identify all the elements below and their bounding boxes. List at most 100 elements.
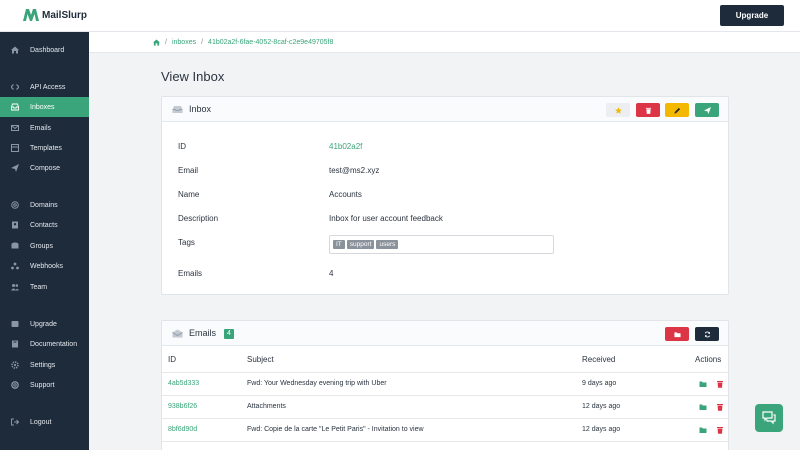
refresh-emails-button[interactable] <box>695 327 719 341</box>
folder-open-icon[interactable] <box>699 380 707 388</box>
emails-card-header: Emails 4 <box>162 321 728 346</box>
inbox-icon <box>0 103 30 111</box>
sidebar-item-settings[interactable]: Settings <box>0 355 89 375</box>
table-row-partial[interactable] <box>162 441 728 450</box>
emails-card: Emails 4 ID Subject Received Actions 4ab… <box>161 320 729 450</box>
lifebuoy-icon <box>0 381 30 389</box>
trash-icon <box>645 107 651 114</box>
sidebar-item-support[interactable]: Support <box>0 375 89 395</box>
sidebar-item-label: Groups <box>30 242 53 250</box>
sidebar-item-emails[interactable]: Emails <box>0 118 89 138</box>
folder-open-icon[interactable] <box>699 426 707 434</box>
email-received: 9 days ago <box>582 380 617 387</box>
envelope-icon <box>0 124 30 132</box>
sidebar: Dashboard API Access Inboxes Emails Temp… <box>0 32 89 450</box>
inbox-card: Inbox ID 41b02a2f Email test@ms2.xyz Nam… <box>161 96 729 295</box>
breadcrumb-current[interactable]: 41b02a2f-6fae-4052-8caf-c2e9e49705f8 <box>208 39 333 46</box>
sidebar-item-upgrade[interactable]: Upgrade <box>0 314 89 334</box>
sidebar-item-inboxes[interactable]: Inboxes <box>0 97 89 117</box>
column-header-received[interactable]: Received <box>582 355 615 364</box>
sidebar-item-label: Templates <box>30 144 62 152</box>
email-received: 12 days ago <box>582 403 621 410</box>
team-icon <box>0 283 30 291</box>
trash-icon[interactable] <box>716 426 724 434</box>
column-header-subject[interactable]: Subject <box>247 355 274 364</box>
column-header-id[interactable]: ID <box>168 355 176 364</box>
chat-support-button[interactable] <box>755 404 783 432</box>
email-address-value: test@ms2.xyz <box>329 166 380 175</box>
mailslurp-logo-icon <box>23 9 39 21</box>
send-email-button[interactable] <box>695 103 719 117</box>
email-received: 12 days ago <box>582 426 621 433</box>
sidebar-item-documentation[interactable]: Documentation <box>0 334 89 354</box>
breadcrumb-separator: / <box>201 38 204 46</box>
sidebar-item-label: Dashboard <box>30 46 65 54</box>
pencil-icon <box>673 107 680 114</box>
sidebar-item-contacts[interactable]: Contacts <box>0 215 89 235</box>
email-id-link[interactable]: 4ab5d333 <box>168 380 199 387</box>
sidebar-item-webhooks[interactable]: Webhooks <box>0 256 89 276</box>
upgrade-icon <box>0 320 30 328</box>
code-icon <box>0 83 30 91</box>
sidebar-item-label: Logout <box>30 418 52 426</box>
sidebar-item-domains[interactable]: Domains <box>0 195 89 215</box>
trash-icon[interactable] <box>716 403 724 411</box>
inbox-id-value[interactable]: 41b02a2f <box>329 142 362 151</box>
emails-count-badge: 4 <box>224 329 234 339</box>
template-icon <box>0 144 30 152</box>
sidebar-item-label: Documentation <box>30 340 78 348</box>
home-icon <box>0 46 30 54</box>
sidebar-item-label: Emails <box>30 124 52 132</box>
tag-chip[interactable]: IT <box>333 240 345 249</box>
emails-count-label: Emails <box>178 269 203 278</box>
page-title: View Inbox <box>161 69 225 84</box>
envelope-open-icon <box>172 329 183 338</box>
gear-icon <box>0 361 30 369</box>
sidebar-item-label: Domains <box>30 201 58 209</box>
sidebar-item-logout[interactable]: Logout <box>0 412 89 432</box>
email-id-link[interactable]: 938b6f26 <box>168 403 197 410</box>
delete-inbox-button[interactable] <box>636 103 660 117</box>
tags-label: Tags <box>178 238 195 247</box>
table-row[interactable]: 4ab5d333 Fwd: Your Wednesday evening tri… <box>162 372 728 395</box>
name-label: Name <box>178 190 200 199</box>
tag-chip[interactable]: users <box>376 240 399 249</box>
home-icon[interactable] <box>153 38 160 46</box>
send-icon <box>0 164 30 172</box>
app-logo[interactable]: MailSlurp <box>23 9 87 21</box>
open-folder-button[interactable] <box>665 327 689 341</box>
sidebar-item-label: Team <box>30 283 48 291</box>
top-header: MailSlurp Upgrade <box>0 0 800 32</box>
tag-chip[interactable]: support <box>346 240 375 249</box>
sidebar-item-compose[interactable]: Compose <box>0 158 89 178</box>
paper-plane-icon <box>703 106 711 114</box>
email-subject[interactable]: Attachments <box>247 403 286 410</box>
email-id-link[interactable]: 8bf6d90d <box>168 426 197 433</box>
inbox-card-header: Inbox <box>162 97 728 122</box>
table-row[interactable]: 938b6f26 Attachments 12 days ago <box>162 395 728 418</box>
breadcrumb: / inboxes / 41b02a2f-6fae-4052-8caf-c2e9… <box>89 32 800 53</box>
sidebar-item-team[interactable]: Team <box>0 277 89 297</box>
sidebar-item-label: API Access <box>30 83 66 91</box>
at-icon <box>0 201 30 209</box>
upgrade-button[interactable]: Upgrade <box>720 5 784 26</box>
table-row[interactable]: 8bf6d90d Fwd: Copie de la carte "Le Peti… <box>162 418 728 441</box>
email-subject[interactable]: Fwd: Copie de la carte "Le Petit Paris" … <box>247 426 424 433</box>
sidebar-item-label: Upgrade <box>30 320 57 328</box>
sidebar-item-groups[interactable]: Groups <box>0 236 89 256</box>
app-name: MailSlurp <box>42 9 88 21</box>
email-subject[interactable]: Fwd: Your Wednesday evening trip with Ub… <box>247 380 387 387</box>
trash-icon[interactable] <box>716 380 724 388</box>
edit-inbox-button[interactable] <box>665 103 689 117</box>
breadcrumb-inboxes-link[interactable]: inboxes <box>172 39 196 46</box>
book-icon <box>0 340 30 348</box>
tags-input[interactable]: IT support users <box>329 235 554 254</box>
sidebar-item-label: Webhooks <box>30 262 63 270</box>
favorite-button[interactable] <box>606 103 630 117</box>
sidebar-item-dashboard[interactable]: Dashboard <box>0 40 89 60</box>
folder-open-icon[interactable] <box>699 403 707 411</box>
inbox-icon <box>172 106 183 113</box>
sidebar-item-templates[interactable]: Templates <box>0 138 89 158</box>
sidebar-item-label: Support <box>30 381 55 389</box>
sidebar-item-api-access[interactable]: API Access <box>0 77 89 97</box>
